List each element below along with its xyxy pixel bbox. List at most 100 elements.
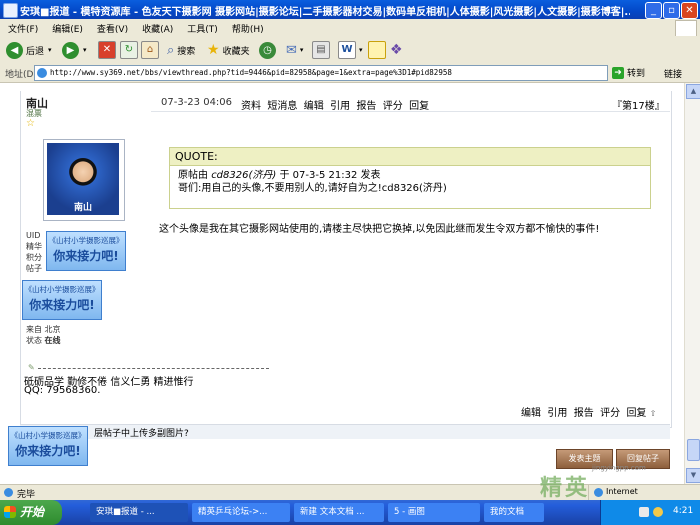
post-action-edit[interactable]: 编辑 — [304, 101, 324, 112]
tray-clock: 4:21 — [673, 506, 694, 516]
minimize-button[interactable]: _ — [645, 2, 662, 19]
task-paint[interactable]: 5 - 画图 — [388, 503, 480, 522]
menu-favorites[interactable]: 收藏(A) — [134, 19, 179, 35]
windows-flag-icon — [4, 506, 16, 518]
post-action-message[interactable]: 短消息 — [267, 101, 297, 112]
edit-button[interactable]: W ▾ — [338, 40, 363, 60]
post-action-quote[interactable]: 引用 — [330, 101, 350, 112]
toolbar: ◀ 后退 ▾ ▶ ▾ ✕ ↻ ⌂ ⌕ 搜索 ★ 收藏夹 ◷ ✉ ▾ ▤ W ▾ … — [0, 36, 700, 65]
post-floor: 『第17楼』 — [612, 101, 665, 112]
start-label: 开始 — [20, 505, 45, 519]
task-forum[interactable]: 精英乒乓论坛->... — [192, 503, 290, 522]
menu-help[interactable]: 帮助(H) — [224, 19, 270, 35]
profile-posts-label: 帖子 — [26, 264, 42, 273]
address-url: http://www.sy369.net/bbs/viewthread.php?… — [50, 68, 452, 77]
search-label: 搜索 — [177, 46, 196, 57]
favorites-button[interactable]: ★ 收藏夹 — [207, 40, 250, 60]
go-arrow-icon: ➜ — [612, 66, 624, 79]
windows-logo-icon — [675, 20, 697, 37]
post-action-reply[interactable]: 回复 — [409, 101, 429, 112]
links-button[interactable]: 链接 — [664, 67, 682, 80]
go-label: 转到 — [627, 69, 646, 79]
bottom-action-report[interactable]: 报告 — [574, 408, 594, 419]
note-icon — [368, 41, 386, 59]
go-button[interactable]: ➜ 转到 — [612, 66, 645, 79]
discuss-button[interactable] — [368, 40, 386, 60]
post-action-profile[interactable]: 资料 — [241, 101, 261, 112]
star-icon: ★ — [207, 42, 220, 58]
task-documents[interactable]: 我的文档 — [484, 503, 544, 522]
post-action-rate[interactable]: 评分 — [383, 101, 403, 112]
status-label: 状态 — [26, 336, 42, 345]
from-value: 北京 — [44, 325, 61, 334]
promo-banner-1[interactable]: 《山村小学摄影巡展》 你来接力吧! — [46, 231, 126, 271]
task-browser[interactable]: 安琪■报道 - ... — [90, 503, 188, 522]
menu-view[interactable]: 查看(V) — [89, 19, 134, 35]
address-input[interactable]: http://www.sy369.net/bbs/viewthread.php?… — [34, 65, 608, 81]
window-title: 安琪■报道 - 模特资源库 - 色友天下摄影网 摄影网站|摄影论坛|二手摄影器材… — [20, 7, 630, 18]
messenger-button[interactable]: ❖ — [390, 40, 403, 60]
refresh-icon: ↻ — [120, 41, 138, 59]
search-button[interactable]: ⌕ 搜索 — [167, 40, 195, 60]
system-tray: 4:21 — [600, 500, 700, 525]
messenger-icon: ❖ — [390, 42, 403, 58]
signature-pencil-icon: ✎ — [28, 363, 35, 372]
back-arrow-icon: ◀ — [6, 41, 23, 59]
task-notepad[interactable]: 新建 文本文档 ... — [294, 503, 384, 522]
scroll-thumb[interactable] — [687, 439, 700, 461]
post-action-bar: 资料 短消息 编辑 引用 报告 评分 回复 — [241, 97, 429, 112]
scroll-down-icon[interactable]: ▼ — [686, 468, 700, 483]
avatar-frame: 南山 — [43, 139, 125, 221]
mail-icon: ✉ — [286, 42, 297, 58]
stop-button[interactable]: ✕ — [98, 40, 116, 60]
page-icon — [37, 68, 47, 78]
maximize-button[interactable]: ▫ — [663, 2, 680, 19]
menu-edit[interactable]: 编辑(E) — [44, 19, 89, 35]
internet-zone-icon — [594, 488, 603, 497]
close-button[interactable]: ✕ — [681, 2, 698, 19]
vertical-scrollbar[interactable]: ▲ ▼ — [684, 83, 700, 484]
promo-banner-2[interactable]: 《山村小学摄影巡展》 你来接力吧! — [22, 280, 102, 320]
tray-network-icon[interactable] — [639, 507, 649, 517]
bottom-action-reply[interactable]: 回复 — [626, 408, 646, 419]
refresh-button[interactable]: ↻ — [120, 40, 138, 60]
tray-volume-icon[interactable] — [653, 507, 663, 517]
profile-points-label: 积分 — [26, 253, 42, 262]
upload-hint-bar: 层帖子中上传多副图片? — [20, 424, 670, 439]
forward-arrow-icon: ▶ — [62, 41, 79, 59]
promo-banner-3[interactable]: 《山村小学摄影巡展》 你来接力吧! — [8, 426, 88, 466]
history-button[interactable]: ◷ — [259, 40, 276, 60]
status-zone: Internet — [606, 487, 638, 496]
bottom-action-quote[interactable]: 引用 — [547, 408, 567, 419]
top-arrow-icon[interactable]: ⇧ — [650, 409, 657, 418]
home-button[interactable]: ⌂ — [141, 40, 159, 60]
forward-button[interactable]: ▶ ▾ — [62, 40, 87, 60]
start-button[interactable]: 开始 — [0, 500, 62, 525]
mail-button[interactable]: ✉ ▾ — [286, 40, 303, 60]
page-done-icon — [4, 488, 13, 497]
stop-icon: ✕ — [98, 41, 116, 59]
quote-source-prefix: 原帖由 — [178, 170, 208, 181]
profile-digest-label: 精华 — [26, 242, 42, 251]
quote-text: 哥们:用自己的头像,不要用别人的,请好自为之!cd8326(济丹) — [178, 183, 447, 194]
print-button[interactable]: ▤ — [312, 40, 330, 60]
bottom-action-rate[interactable]: 评分 — [600, 408, 620, 419]
rank-star-icon: ☆ — [26, 118, 35, 129]
bottom-action-edit[interactable]: 编辑 — [521, 408, 541, 419]
profile-location: 来自 北京 状态 在线 — [26, 324, 61, 346]
back-button[interactable]: ◀ 后退 ▾ — [6, 40, 52, 60]
ie-icon — [3, 3, 18, 18]
menu-bar: 文件(F) 编辑(E) 查看(V) 收藏(A) 工具(T) 帮助(H) — [0, 19, 700, 37]
profile-stats: UID 精华 积分 帖子 — [26, 230, 42, 274]
upload-hint[interactable]: 层帖子中上传多副图片? — [94, 426, 189, 439]
menu-tools[interactable]: 工具(T) — [179, 19, 224, 35]
quote-author[interactable]: cd8326(济丹) — [211, 170, 276, 181]
post-action-report[interactable]: 报告 — [356, 101, 376, 112]
menu-file[interactable]: 文件(F) — [0, 19, 44, 35]
scroll-up-icon[interactable]: ▲ — [686, 84, 700, 99]
quote-block: QUOTE: 原帖由 cd8326(济丹) 于 07-3-5 21:32 发表 … — [169, 147, 651, 209]
page-content: 南山 混票 ☆ 07-3-23 04:06 资料 短消息 编辑 引用 报告 评分… — [0, 83, 684, 484]
address-label: 地址(D) — [5, 70, 37, 80]
post-date: 07-3-23 04:06 — [161, 97, 233, 108]
avatar-caption: 南山 — [73, 203, 92, 213]
